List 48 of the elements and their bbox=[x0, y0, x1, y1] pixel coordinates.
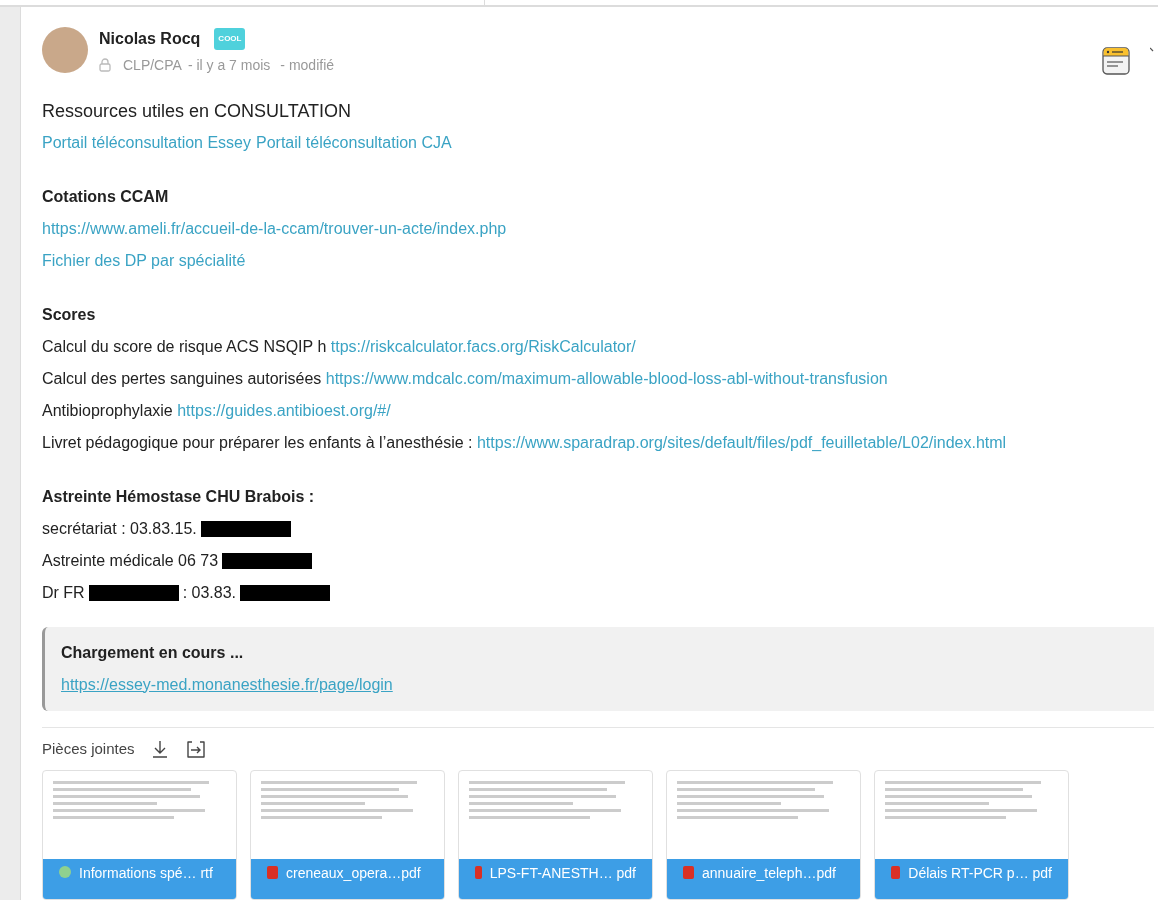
attachments-label: Pièces jointes bbox=[42, 738, 135, 759]
author-name[interactable]: Nicolas Rocq bbox=[99, 26, 201, 51]
edited-label: - modifié bbox=[280, 55, 335, 75]
lock-icon bbox=[99, 58, 111, 72]
link[interactable]: ttps://riskcalculator.facs.org/RiskCalculator/ bbox=[330, 337, 636, 355]
download-icon[interactable] bbox=[150, 738, 169, 759]
link[interactable]: Portail téléconsultation Essey bbox=[42, 130, 251, 155]
section-heading: Astreinte Hémostase CHU Brabois : bbox=[42, 486, 316, 507]
link[interactable]: Portail téléconsultation CJA bbox=[256, 130, 452, 155]
export-icon[interactable] bbox=[184, 738, 207, 759]
contact-text: : 03.83. bbox=[182, 582, 237, 603]
pdf-file-icon bbox=[891, 866, 901, 879]
contact-text: Astreinte médicale 06 73 bbox=[42, 550, 219, 571]
link[interactable]: https://www.mdcalc.com/maximum-allowable-blood-loss-abl-without-transfusion bbox=[325, 369, 888, 387]
post-title: Ressources utiles en CONSULTATION bbox=[42, 99, 353, 123]
section-heading: Scores bbox=[42, 304, 97, 325]
file-name: Informations spé… rtf bbox=[79, 866, 213, 880]
quote-title: Chargement en cours ... bbox=[61, 642, 245, 663]
link[interactable]: https://www.sparadrap.org/sites/default/files/pdf_feuilletable/L02/index.html bbox=[476, 433, 1007, 451]
link[interactable]: https://guides.antibioest.org/#/ bbox=[177, 401, 391, 419]
attachment-card[interactable]: LPS-FT-ANESTH… pdf bbox=[458, 770, 653, 900]
contact-text: secrétariat : 03.83.15. bbox=[42, 518, 197, 539]
contact-text: Dr FR bbox=[42, 582, 85, 603]
section-heading: Cotations CCAM bbox=[42, 186, 170, 207]
file-name: creneaux_opera…pdf bbox=[286, 866, 421, 880]
file-name: Délais RT-PCR p… pdf bbox=[908, 866, 1052, 880]
pdf-file-icon bbox=[683, 866, 694, 879]
text-line: Calcul du score de risque ACS NSQIP h ttps://riskcalculator.facs.org/RiskCalculator/ bbox=[42, 336, 637, 357]
pdf-file-icon bbox=[267, 866, 278, 879]
link[interactable]: Fichier des DP par spécialité bbox=[42, 251, 246, 269]
text-line: Calcul des pertes sanguines autorisées https://www.mdcalc.com/maximum-allowable-blood-loss-abl-without-transfusion bbox=[42, 368, 889, 389]
attachment-card[interactable]: Délais RT-PCR p… pdf bbox=[874, 770, 1069, 900]
pdf-file-icon bbox=[475, 866, 482, 879]
avatar bbox=[42, 26, 88, 73]
link[interactable]: https://www.ameli.fr/accueil-de-la-ccam/trouver-un-acte/index.php bbox=[42, 219, 507, 237]
attachment-card[interactable]: Informations spé… rtf bbox=[42, 770, 237, 900]
group-name: CLP/CPA bbox=[123, 55, 182, 75]
attachment-card[interactable]: creneaux_opera…pdf bbox=[250, 770, 445, 900]
file-name: annuaire_teleph…pdf bbox=[702, 866, 836, 880]
post-time: - il y a 7 mois bbox=[187, 55, 271, 75]
user-badge: COOL bbox=[214, 27, 246, 50]
link[interactable]: https://essey-med.monanesthesie.fr/page/login bbox=[61, 672, 393, 697]
notes-icon[interactable] bbox=[1102, 46, 1130, 75]
document-file-icon bbox=[59, 866, 71, 878]
file-name: LPS-FT-ANESTH… pdf bbox=[489, 866, 636, 880]
text-line: Livret pédagogique pour préparer les enfants à l’anesthésie : https://www.sparadrap.org/sites/default/files/pdf_feuilletable/L02/index.html bbox=[42, 432, 1008, 453]
text-line: Antibioprophylaxie https://guides.antibioest.org/#/ bbox=[42, 400, 392, 421]
attachment-card[interactable]: annuaire_teleph…pdf bbox=[666, 770, 861, 900]
